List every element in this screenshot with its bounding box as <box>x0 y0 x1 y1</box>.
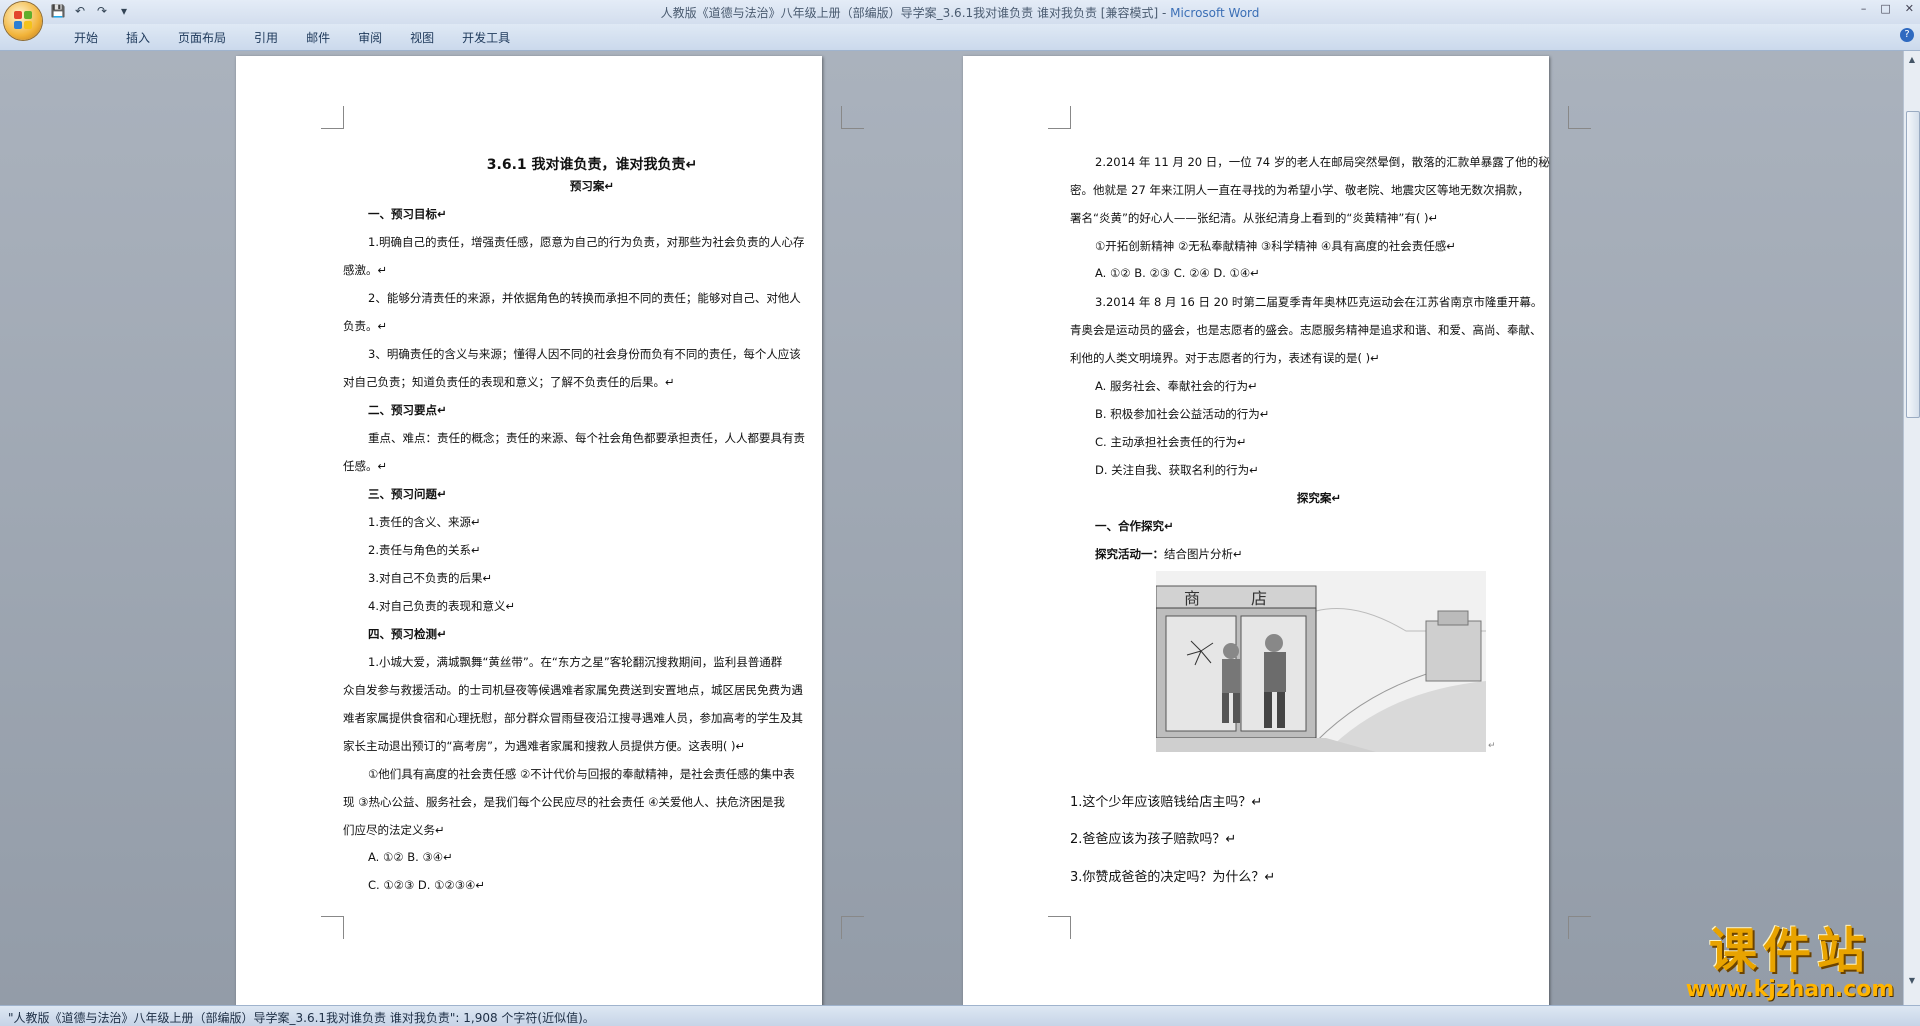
paragraph-line: 负责。↵ <box>343 319 388 333</box>
crop-mark <box>841 916 864 939</box>
crop-mark <box>1568 916 1591 939</box>
section-heading: 探究案↵ <box>1296 491 1342 505</box>
list-item: 4.对自己负责的表现和意义↵ <box>368 599 516 613</box>
answer-option: D. 关注自我、获取名利的行为↵ <box>1095 463 1259 477</box>
question-line: 2.爸爸应该为孩子赔款吗？↵ <box>1070 832 1237 847</box>
crop-mark <box>1048 916 1071 939</box>
answer-options: A. ①② B. ③④↵ <box>368 850 453 864</box>
paragraph-line: 任感。↵ <box>343 459 388 473</box>
document-page-1[interactable]: 3.6.1 我对谁负责，谁对我负责↵ 预习案↵ 一、预习目标↵ 1.明确自己的责… <box>236 56 864 1005</box>
page-2-text: 2.2014 年 11 月 20 日，一位 74 岁的老人在邮局突然晕倒，散落的… <box>1070 56 1568 1005</box>
section-heading: 预习案↵ <box>569 179 615 193</box>
section-heading: 四、预习检测↵ <box>368 627 447 641</box>
boy-and-father-at-broken-window-image: 商 店 <box>1155 571 1486 753</box>
shop-sign-right: 店 <box>1251 589 1267 608</box>
activity-label: 探究活动一： <box>1095 547 1164 561</box>
title-separator: - <box>1158 6 1171 20</box>
section-heading: 一、预习目标↵ <box>368 207 447 221</box>
paragraph-line: ①开拓创新精神 ②无私奉献精神 ③科学精神 ④具有高度的社会责任感↵ <box>1095 239 1456 253</box>
paragraph-line: 家长主动退出预订的“高考房”，为遇难者家属和搜救人员提供方便。这表明( )↵ <box>343 739 746 753</box>
tab-insert[interactable]: 插入 <box>112 29 164 46</box>
window-controls: – □ ✕ <box>1861 2 1914 15</box>
tab-view[interactable]: 视图 <box>396 29 448 46</box>
paragraph-line: 3.2014 年 8 月 16 日 20 时第二届夏季青年奥林匹克运动会在江苏省… <box>1095 295 1543 309</box>
store-window-illustration[interactable]: 商 店 ↵ <box>1155 571 1496 753</box>
question-line: 1.这个少年应该赔钱给店主吗？↵ <box>1070 795 1263 810</box>
paragraph-line: 2.2014 年 11 月 20 日，一位 74 岁的老人在邮局突然晕倒，散落的… <box>1095 155 1550 169</box>
page-1-text: 3.6.1 我对谁负责，谁对我负责↵ 预习案↵ 一、预习目标↵ 1.明确自己的责… <box>343 56 841 1005</box>
tab-review[interactable]: 审阅 <box>344 29 396 46</box>
ribbon: 开始 插入 页面布局 引用 邮件 审阅 视图 开发工具 ? <box>0 24 1920 51</box>
app-name: Microsoft Word <box>1170 6 1260 20</box>
crop-mark <box>1568 106 1591 129</box>
list-item: 3.对自己不负责的后果↵ <box>368 571 493 585</box>
section-heading: 一、合作探究↵ <box>1095 519 1174 533</box>
activity-line: 探究活动一：结合图片分析↵ <box>1095 546 1243 562</box>
answer-option: C. 主动承担社会责任的行为↵ <box>1095 435 1247 449</box>
office-button[interactable] <box>4 2 42 40</box>
status-text: "人教版《道德与法治》八年级上册（部编版）导学案_3.6.1我对谁负责 谁对我负… <box>8 1011 595 1025</box>
paragraph-line: 对自己负责；知道负责任的表现和意义；了解不负责任的后果。↵ <box>343 375 675 389</box>
document-page-2[interactable]: 2.2014 年 11 月 20 日，一位 74 岁的老人在邮局突然晕倒，散落的… <box>963 56 1591 1005</box>
scroll-up-arrow-icon[interactable]: ▲ <box>1906 55 1918 67</box>
window-title: 人教版《道德与法治》八年级上册（部编版）导学案_3.6.1我对谁负责 谁对我负责… <box>0 4 1920 21</box>
tab-page-layout[interactable]: 页面布局 <box>164 29 240 46</box>
answer-options: A. ①② B. ②③ C. ②④ D. ①④↵ <box>1095 266 1260 280</box>
office-logo-icon <box>14 11 32 29</box>
tab-developer[interactable]: 开发工具 <box>448 29 524 46</box>
document-area[interactable]: 3.6.1 我对谁负责，谁对我负责↵ 预习案↵ 一、预习目标↵ 1.明确自己的责… <box>0 51 1903 1005</box>
section-heading: 二、预习要点↵ <box>368 403 447 417</box>
watermark-title: 课件站 <box>1708 923 1871 979</box>
document-title: 人教版《道德与法治》八年级上册（部编版）导学案_3.6.1我对谁负责 谁对我负责… <box>660 6 1159 20</box>
minimize-button[interactable]: – <box>1861 2 1867 15</box>
paragraph-line: 2、能够分清责任的来源，并依据角色的转换而承担不同的责任；能够对自己、对他人 <box>368 291 801 305</box>
help-icon[interactable]: ? <box>1900 28 1914 42</box>
paragraph-line: ①他们具有高度的社会责任感 ②不计代价与回报的奉献精神，是社会责任感的集中表 <box>368 767 795 781</box>
paragraph-line: 署名“炎黄”的好心人——张纪清。从张纪清身上看到的“炎黄精神”有( )↵ <box>1070 211 1439 225</box>
crop-mark <box>321 916 344 939</box>
paragraph-line: 感激。↵ <box>343 263 388 277</box>
status-bar: "人教版《道德与法治》八年级上册（部编版）导学案_3.6.1我对谁负责 谁对我负… <box>0 1005 1920 1026</box>
paragraph-line: 密。他就是 27 年来江阴人一直在寻找的为希望小学、敬老院、地震灾区等地无数次捐… <box>1070 183 1529 197</box>
document-title-heading: 3.6.1 我对谁负责，谁对我负责↵ <box>486 157 698 173</box>
paragraph-mark: ↵ <box>1488 741 1496 751</box>
tab-references[interactable]: 引用 <box>240 29 292 46</box>
list-item: 1.责任的含义、来源↵ <box>368 515 481 529</box>
paragraph-line: 1.小城大爱，满城飘舞“黄丝带”。在“东方之星”客轮翻沉搜救期间，监利县普通群 <box>368 655 783 669</box>
watermark-url: www.kjzhan.com <box>1685 977 1895 1002</box>
crop-mark <box>1048 106 1071 129</box>
answer-options: C. ①②③ D. ①②③④↵ <box>368 878 485 892</box>
question-line: 3.你赞成爸爸的决定吗？为什么？↵ <box>1070 870 1276 885</box>
paragraph-line: 众自发参与救援活动。的士司机昼夜等候遇难者家属免费送到安置地点，城区居民免费为遇 <box>343 683 803 697</box>
paragraph-line: 难者家属提供食宿和心理抚慰，部分群众冒雨昼夜沿江搜寻遇难人员，参加高考的学生及其 <box>343 711 803 725</box>
scrollbar-thumb[interactable] <box>1906 111 1920 418</box>
crop-mark <box>841 106 864 129</box>
answer-option: B. 积极参加社会公益活动的行为↵ <box>1095 407 1270 421</box>
paragraph-line: 青奥会是运动员的盛会，也是志愿者的盛会。志愿服务精神是追求和谐、和爱、高尚、奉献… <box>1070 323 1542 337</box>
paragraph-line: 现 ③热心公益、服务社会，是我们每个公民应尽的社会责任 ④关爱他人、扶危济困是我 <box>343 795 785 809</box>
tab-home[interactable]: 开始 <box>60 29 112 46</box>
close-button[interactable]: ✕ <box>1905 2 1914 15</box>
vertical-scrollbar[interactable]: ▲ ▼ <box>1903 51 1920 1005</box>
list-item: 2.责任与角色的关系↵ <box>368 543 481 557</box>
paragraph-line: 重点、难点：责任的概念；责任的来源、每个社会角色都要承担责任，人人都要具有责 <box>368 431 805 445</box>
answer-option: A. 服务社会、奉献社会的行为↵ <box>1095 379 1258 393</box>
activity-text: 结合图片分析↵ <box>1164 547 1243 561</box>
shop-sign-left: 商 <box>1184 589 1200 608</box>
paragraph-line: 们应尽的法定义务↵ <box>343 823 445 837</box>
maximize-button[interactable]: □ <box>1880 2 1890 15</box>
paragraph-line: 利他的人类文明境界。对于志愿者的行为，表述有误的是( )↵ <box>1070 351 1380 365</box>
paragraph-line: 1.明确自己的责任，增强责任感，愿意为自己的行为负责，对那些为社会负责的人心存 <box>368 235 805 249</box>
watermark-logo: 课件站 www.kjzhan.com <box>1670 925 1910 1003</box>
section-heading: 三、预习问题↵ <box>368 487 447 501</box>
tab-mailings[interactable]: 邮件 <box>292 29 344 46</box>
crop-mark <box>321 106 344 129</box>
title-bar: 💾 ↶ ↷ ▾ 人教版《道德与法治》八年级上册（部编版）导学案_3.6.1我对谁… <box>0 0 1920 40</box>
paragraph-line: 3、明确责任的含义与来源；懂得人因不同的社会身份而负有不同的责任，每个人应该 <box>368 347 801 361</box>
ribbon-tabs: 开始 插入 页面布局 引用 邮件 审阅 视图 开发工具 <box>60 29 524 46</box>
